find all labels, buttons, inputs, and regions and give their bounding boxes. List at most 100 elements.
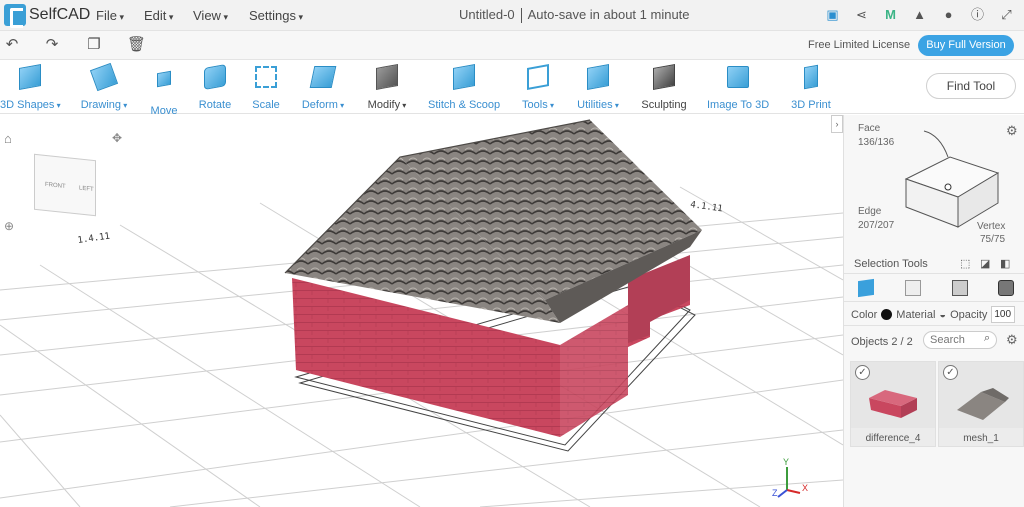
gear-icon[interactable]: ⚙ [1006, 123, 1018, 139]
vertex-label: Vertex [977, 221, 1006, 232]
share-icon[interactable]: ⋖ [854, 7, 869, 22]
view-cube-front[interactable]: FRONT [45, 182, 66, 190]
select-cursor-icon[interactable]: ⬚ [960, 257, 970, 270]
tool-rotate[interactable]: Rotate [197, 64, 233, 111]
edge-label: Edge [858, 206, 882, 217]
drawing-icon [89, 62, 119, 92]
tool-scale[interactable]: Scale [249, 64, 283, 111]
tool-sculpting[interactable]: Sculpting [640, 64, 688, 111]
buy-full-version-button[interactable]: Buy Full Version [918, 35, 1014, 56]
document-title-area: Untitled-0 Auto-save in about 1 minute [459, 7, 690, 24]
dimension-label-left: 1.4.11 [77, 232, 111, 246]
app-name: SelfCAD [29, 6, 91, 23]
app-logo[interactable]: SelfCAD [4, 4, 91, 28]
select-box-icon[interactable]: ◧ [1000, 257, 1010, 270]
orbit-icon[interactable]: ⊕ [4, 219, 14, 233]
autosave-status: Auto-save in about 1 minute [527, 7, 690, 22]
user-icon[interactable]: ● [941, 7, 956, 22]
axis-y-label: Y [783, 457, 789, 467]
menu-bar: SelfCAD File Edit View Settings Untitled… [0, 0, 1024, 31]
license-text: Free Limited License [808, 39, 911, 51]
sculpting-icon [651, 64, 677, 92]
redo-icon[interactable]: ↷ [44, 37, 60, 53]
selfcad-app: SelfCAD File Edit View Settings Untitled… [0, 0, 1024, 507]
object-visibility-check[interactable]: ✓ [943, 365, 958, 380]
vertex-count: 75/75 [980, 234, 1006, 245]
find-tool-button[interactable]: Find Tool [926, 73, 1016, 99]
dimension-label-right: 4.1.11 [690, 200, 724, 214]
face-mode-icon[interactable] [905, 280, 921, 296]
move-icon [151, 70, 177, 98]
material-label: Material [896, 308, 936, 321]
selection-cube-diagram-icon [904, 130, 1000, 228]
selfcad-logo-icon [4, 4, 26, 28]
menu-settings[interactable]: Settings [249, 8, 303, 23]
undo-icon[interactable]: ↶ [4, 37, 20, 53]
object-card[interactable]: ✓ mesh_1 [938, 361, 1024, 447]
home-view-icon[interactable]: ⌂ [4, 131, 12, 146]
objects-count: Objects 2 / 2 [851, 336, 913, 348]
save-icon[interactable]: ▣ [825, 7, 840, 22]
expand-icon[interactable]: ⤢ [999, 7, 1014, 22]
view-cube[interactable]: FRONT LEFT [34, 153, 96, 217]
face-count: 136/136 [858, 137, 895, 148]
menu-view[interactable]: View [193, 8, 228, 23]
opacity-input[interactable]: 100 [991, 306, 1016, 323]
copy-icon[interactable]: ❐ [86, 37, 102, 53]
view-cube-right[interactable]: LEFT [79, 185, 94, 193]
m-badge-icon[interactable]: M [883, 7, 898, 22]
deform-icon [309, 66, 337, 92]
top-icons: ▣ ⋖ M ▲ ● ⓘ ⤢ [825, 7, 1014, 22]
tool-3d-print[interactable]: 3D Print [789, 64, 833, 111]
delete-icon[interactable]: 🗑 [127, 37, 146, 53]
objects-gear-icon[interactable]: ⚙ [1006, 332, 1018, 348]
info-icon[interactable]: ⓘ [970, 7, 985, 22]
utilities-icon [585, 64, 611, 92]
color-label: Color [851, 308, 878, 321]
tool-3d-shapes[interactable]: 3D Shapes [0, 64, 60, 111]
material-icon[interactable]: ◒ [939, 309, 946, 321]
axis-z-label: Z [772, 488, 778, 498]
object-name: difference_4 [865, 433, 921, 444]
vertex-mode-icon[interactable] [998, 280, 1014, 296]
face-label: Face [858, 123, 881, 134]
search-icon[interactable]: ⌕ [984, 332, 990, 345]
scene-canvas: 1.4.11 4.1.11 Y X Z [0, 119, 843, 507]
3d-shapes-icon [17, 64, 43, 92]
tool-image-to-3d[interactable]: Image To 3D [707, 64, 769, 111]
color-swatch[interactable] [881, 309, 893, 320]
object-card[interactable]: ✓ difference_4 [850, 361, 936, 447]
tool-move[interactable]: Move [146, 64, 182, 117]
axis-gizmo [777, 467, 801, 498]
tool-utilities[interactable]: Utilities [575, 64, 621, 111]
object-visibility-check[interactable]: ✓ [855, 365, 870, 380]
scale-icon [253, 66, 279, 92]
document-title[interactable]: Untitled-0 [459, 7, 515, 22]
stitch-scoop-icon [451, 64, 477, 92]
appearance-row: Color Material ◒ Opacity 100 [851, 306, 1016, 323]
tool-tools[interactable]: Tools [518, 64, 558, 111]
axis-x-label: X [802, 483, 808, 493]
tool-stitch-scoop[interactable]: Stitch & Scoop [428, 64, 500, 111]
select-multi-icon[interactable]: ◪ [980, 257, 990, 270]
image-to-3d-icon [725, 66, 751, 92]
tools-icon [525, 64, 551, 92]
opacity-label: Opacity [950, 308, 988, 321]
menu-edit[interactable]: Edit [144, 8, 173, 23]
tool-drawing[interactable]: Drawing [76, 62, 132, 111]
tool-deform[interactable]: Deform [298, 64, 348, 111]
main-toolbar: 3D Shapes Drawing Move Rotate Scale Defo… [0, 60, 1024, 117]
edge-count: 207/207 [858, 220, 895, 231]
object-name: mesh_1 [963, 433, 999, 444]
navigate-icon[interactable]: ✥ [112, 131, 122, 145]
3d-viewport[interactable]: 1.4.11 4.1.11 Y X Z ⌂ ✥ ⊕ FRONT LEFT [0, 115, 843, 507]
edge-mode-icon[interactable] [952, 280, 968, 296]
properties-panel: Face 136/136 ⚙ Edge 207/207 Vertex 75/75… [843, 115, 1024, 507]
tool-modify[interactable]: Modify [364, 64, 410, 111]
menu-file[interactable]: File [96, 8, 124, 23]
collapse-panel-button[interactable]: › [831, 115, 843, 133]
bell-icon[interactable]: ▲ [912, 7, 927, 22]
rotate-icon [202, 64, 228, 92]
3d-print-icon [798, 64, 824, 92]
object-mode-icon[interactable] [858, 278, 874, 298]
